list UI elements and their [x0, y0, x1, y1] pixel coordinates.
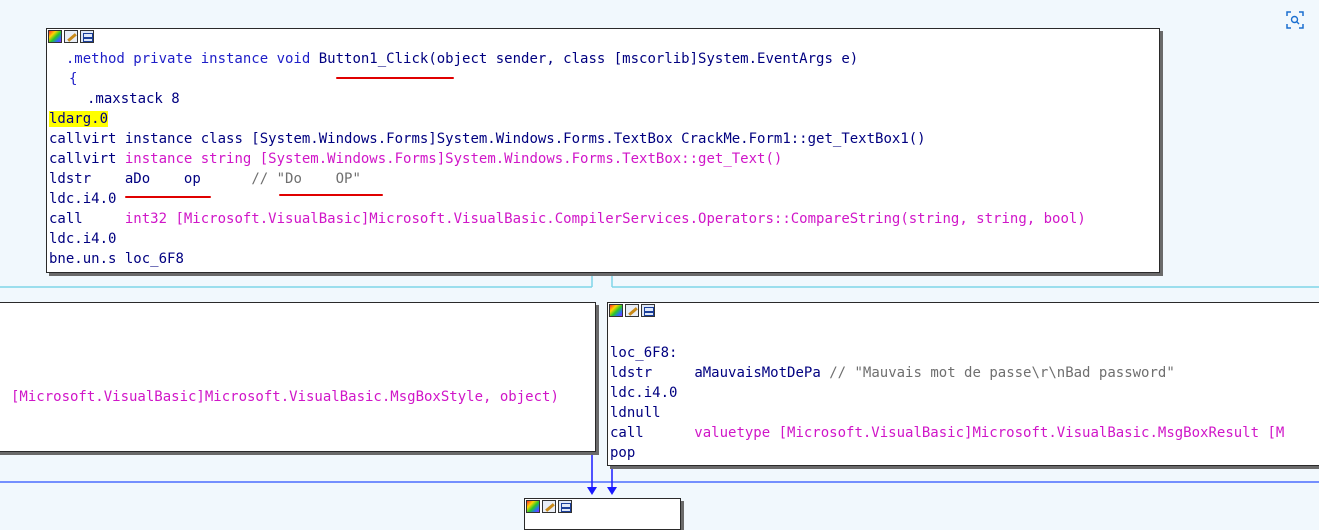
code-block-left[interactable]: [Microsoft.VisualBasic]Microsoft.VisualB…: [0, 302, 596, 452]
open-brace: {: [69, 71, 78, 87]
edge-arrow-left: [587, 487, 597, 495]
instr-call-msgbox[interactable]: call valuetype [Microsoft.VisualBasic]Mi…: [610, 423, 1319, 443]
instr-callvirt-1[interactable]: callvirt instance class [System.Windows.…: [49, 129, 1159, 149]
color-palette-icon[interactable]: [526, 500, 540, 513]
block-toolbar: [608, 303, 1319, 318]
code-block-top[interactable]: .method private instance void Button1_Cl…: [46, 28, 1160, 273]
annotation-underline: [279, 194, 383, 196]
instr-call-compare[interactable]: call int32 [Microsoft.VisualBasic]Micros…: [49, 209, 1159, 229]
annotation-underline: [336, 77, 454, 79]
redacted-mask: xxxx: [150, 169, 184, 189]
graph-view-icon[interactable]: [80, 30, 94, 43]
instr-callvirt-2[interactable]: callvirt instance string [System.Windows…: [49, 149, 1159, 169]
code-block-right[interactable]: loc_6F8: ldstr aMauvaisMotDePa // "Mauva…: [607, 302, 1319, 466]
method-name[interactable]: Button1_Click: [319, 51, 429, 67]
instr-ldc-2[interactable]: ldc.i4.0: [49, 229, 1159, 249]
method-declaration: .method private instance void Button1_Cl…: [65, 51, 859, 67]
color-palette-icon[interactable]: [609, 304, 623, 317]
edit-pencil-icon[interactable]: [542, 500, 556, 513]
branch-target-link[interactable]: loc_6F8: [125, 251, 184, 267]
instr-ldc[interactable]: ldc.i4.0: [610, 383, 1319, 403]
left-block-line: [Microsoft.VisualBasic]Microsoft.VisualB…: [11, 389, 559, 405]
maxstack: .maxstack 8: [87, 91, 180, 107]
color-palette-icon[interactable]: [48, 30, 62, 43]
instr-ldstr[interactable]: ldstr aDoxxxxop // "DoxxxxOP": [49, 169, 1159, 189]
instr-ldc-1[interactable]: ldc.i4.0: [49, 189, 1159, 209]
block-toolbar: [525, 499, 680, 514]
instr-bne[interactable]: bne.un.s loc_6F8: [49, 249, 1159, 269]
instr-ldarg[interactable]: ldarg.0: [49, 109, 1159, 129]
code-block-bottom[interactable]: [524, 498, 681, 530]
label-loc-6f8[interactable]: loc_6F8:: [610, 343, 1319, 363]
edit-pencil-icon[interactable]: [64, 30, 78, 43]
instr-pop[interactable]: pop: [610, 443, 1319, 463]
edit-pencil-icon[interactable]: [625, 304, 639, 317]
annotation-underline: [125, 196, 211, 198]
instr-ldnull[interactable]: ldnull: [610, 403, 1319, 423]
redacted-mask: xxxx: [301, 169, 336, 189]
instr-ldstr[interactable]: ldstr aMauvaisMotDePa // "Mauvais mot de…: [610, 363, 1319, 383]
graph-view-icon[interactable]: [558, 500, 572, 513]
graph-view-icon[interactable]: [641, 304, 655, 317]
zoom-fit-icon[interactable]: [1285, 10, 1305, 30]
edge-arrow-right: [607, 487, 617, 495]
block-toolbar: [47, 29, 1159, 44]
